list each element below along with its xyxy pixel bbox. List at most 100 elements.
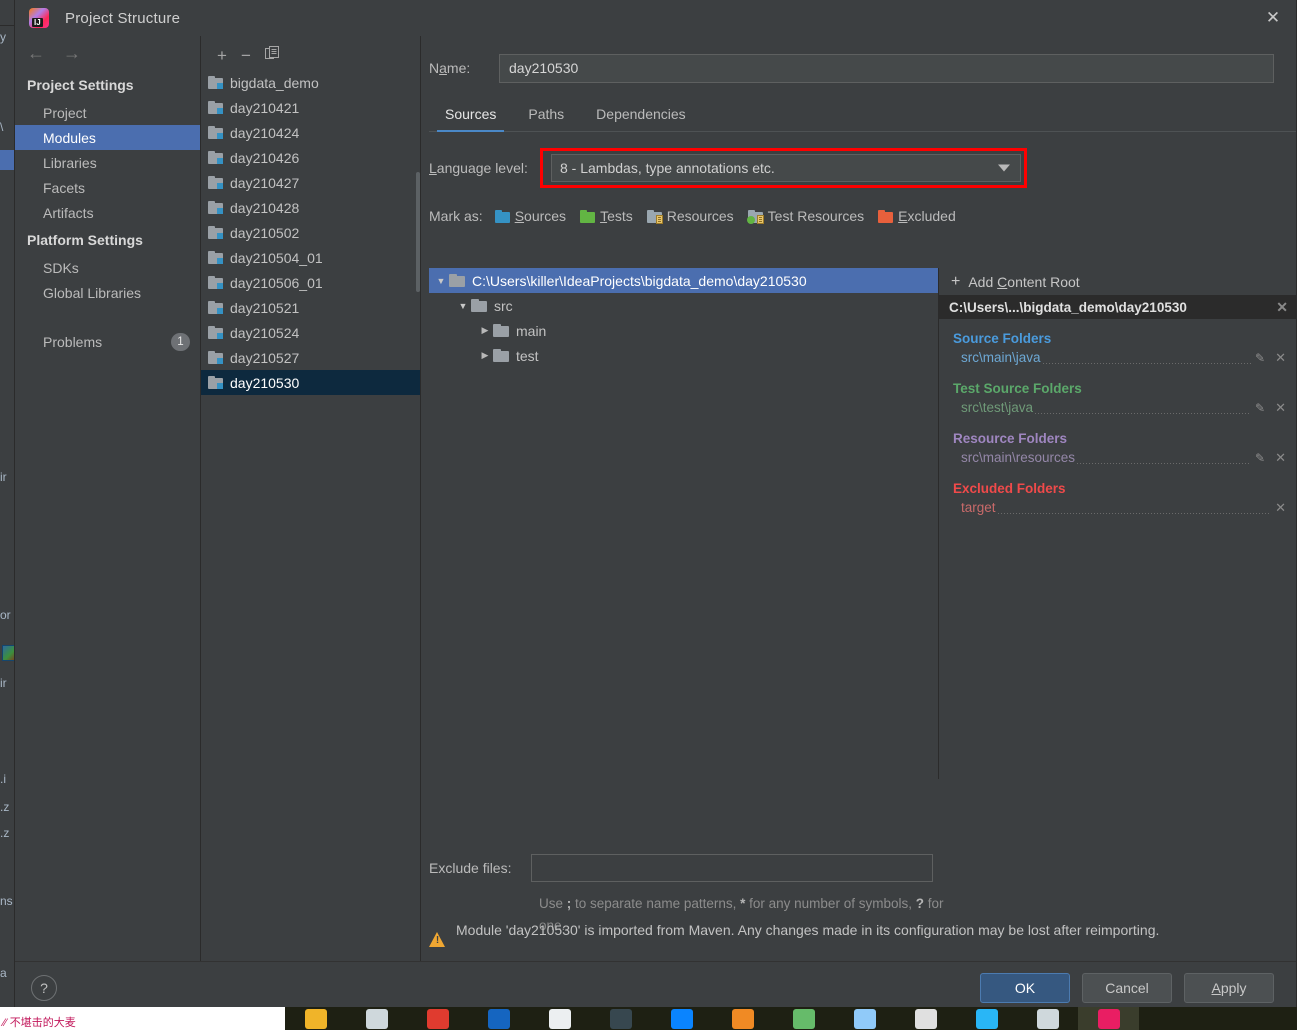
sidebar-item-libraries[interactable]: Libraries: [15, 150, 200, 175]
ok-button[interactable]: OK: [980, 972, 1070, 1003]
folder-path: target: [961, 500, 996, 515]
taskbar-item[interactable]: [1017, 1007, 1078, 1030]
tree-row[interactable]: ▼ C:\Users\killer\IdeaProjects\bigdata_de…: [429, 268, 938, 293]
tab-dependencies[interactable]: Dependencies: [580, 100, 702, 131]
tree-row[interactable]: ▶ test: [429, 343, 938, 368]
folder-icon: [493, 349, 509, 362]
taskbar-item[interactable]: [590, 1007, 651, 1030]
taskbar-white-panel: ⁄⁄ 不堪击的大麦: [0, 1007, 285, 1030]
dialog-footer: ? OK Cancel Apply: [15, 961, 1296, 1013]
pdf-reader-icon: [426, 1008, 449, 1029]
taskbar-item[interactable]: [285, 1007, 346, 1030]
module-name-input[interactable]: [499, 53, 1274, 83]
module-list-item[interactable]: day210524: [201, 320, 420, 345]
chevron-down-icon[interactable]: ▼: [433, 276, 449, 286]
mark-as-tests-label: Tests: [600, 208, 633, 224]
module-list-item[interactable]: day210504_01: [201, 245, 420, 270]
module-folder-icon: [208, 326, 223, 339]
copy-module-icon[interactable]: [264, 46, 280, 64]
green-app-icon: [792, 1008, 815, 1029]
remove-module-icon[interactable]: −: [241, 47, 251, 64]
folder-row[interactable]: src\test\java ✎ ✕: [939, 396, 1296, 419]
exclude-files-input[interactable]: [531, 854, 933, 882]
sidebar-item-global-libraries[interactable]: Global Libraries: [15, 280, 200, 305]
taskbar-item[interactable]: [834, 1007, 895, 1030]
edit-pencil-icon[interactable]: ✎: [1255, 351, 1265, 365]
plus-icon: +: [951, 272, 961, 290]
remove-folder-icon[interactable]: ✕: [1275, 500, 1286, 516]
folder-row[interactable]: src\main\java ✎ ✕: [939, 346, 1296, 369]
tab-sources[interactable]: Sources: [429, 100, 512, 132]
close-icon[interactable]: ✕: [1250, 0, 1296, 36]
module-folder-icon: [208, 376, 223, 389]
taskbar-item[interactable]: [407, 1007, 468, 1030]
taskbar-item[interactable]: [956, 1007, 1017, 1030]
sidebar-item-artifacts[interactable]: Artifacts: [15, 200, 200, 225]
module-name-row: Name:: [421, 53, 1274, 83]
edit-pencil-icon[interactable]: ✎: [1255, 451, 1265, 465]
forward-arrow-icon[interactable]: →: [63, 44, 81, 62]
remove-folder-icon[interactable]: ✕: [1275, 450, 1286, 466]
mark-as-excluded[interactable]: Excluded: [878, 208, 956, 224]
module-list-item[interactable]: day210427: [201, 170, 420, 195]
folder-row[interactable]: target ✕: [939, 496, 1296, 519]
help-icon[interactable]: ?: [31, 974, 57, 1001]
tree-row[interactable]: ▶ main: [429, 318, 938, 343]
folder-row[interactable]: src\main\resources ✎ ✕: [939, 446, 1296, 469]
mark-as-tests[interactable]: Tests: [580, 208, 633, 224]
remove-folder-icon[interactable]: ✕: [1275, 350, 1286, 366]
taskbar-item[interactable]: [651, 1007, 712, 1030]
problems-label: Problems: [43, 333, 103, 350]
taskbar-item[interactable]: [1078, 1007, 1139, 1030]
modules-scrollbar-thumb[interactable]: [416, 172, 420, 292]
chevron-down-icon[interactable]: ▼: [455, 301, 471, 311]
module-list-item[interactable]: day210424: [201, 120, 420, 145]
sidebar-item-modules[interactable]: Modules: [15, 125, 200, 150]
sidebar-item-sdks[interactable]: SDKs: [15, 255, 200, 280]
modules-list: bigdata_demo day210421 day210424 day210426 d…: [201, 66, 420, 395]
mark-as-sources[interactable]: Sources: [494, 208, 566, 224]
taskbar-item[interactable]: [346, 1007, 407, 1030]
nav-group-title-project-settings: Project Settings: [27, 77, 134, 93]
apply-button[interactable]: Apply: [1184, 972, 1274, 1003]
window-app-icon: [853, 1008, 876, 1029]
chevron-right-icon[interactable]: ▶: [477, 325, 493, 336]
module-list-item[interactable]: bigdata_demo: [201, 70, 420, 95]
sidebar-item-problems[interactable]: Problems 1: [15, 329, 200, 354]
taskbar-item[interactable]: [895, 1007, 956, 1030]
module-list-item[interactable]: day210506_01: [201, 270, 420, 295]
tab-paths[interactable]: Paths: [512, 100, 580, 131]
sidebar-item-facets[interactable]: Facets: [15, 175, 200, 200]
mark-as-test-resources[interactable]: Test Resources: [746, 208, 864, 224]
module-folder-icon: [208, 226, 223, 239]
taskbar-item[interactable]: [712, 1007, 773, 1030]
chevron-right-icon[interactable]: ▶: [477, 350, 493, 361]
language-level-dropdown[interactable]: 8 - Lambdas, type annotations etc.: [551, 154, 1021, 182]
cancel-button[interactable]: Cancel: [1082, 972, 1172, 1003]
modules-scrollbar[interactable]: [416, 74, 420, 961]
folder-path: src\test\java: [961, 400, 1034, 415]
taskbar-item[interactable]: [773, 1007, 834, 1030]
module-list-item[interactable]: day210428: [201, 195, 420, 220]
module-list-item[interactable]: day210502: [201, 220, 420, 245]
add-module-icon[interactable]: +: [217, 47, 227, 64]
remove-folder-icon[interactable]: ✕: [1275, 400, 1286, 416]
module-list-item[interactable]: day210521: [201, 295, 420, 320]
sidebar-item-project[interactable]: Project: [15, 100, 200, 125]
tree-row[interactable]: ▼ src: [429, 293, 938, 318]
module-folder-icon: [208, 126, 223, 139]
module-list-item[interactable]: day210530: [201, 370, 420, 395]
footer-buttons: OK Cancel Apply: [980, 972, 1274, 1003]
taskbar-item[interactable]: [529, 1007, 590, 1030]
add-content-root-button[interactable]: + Add Content Root: [939, 268, 1296, 295]
folder-groups-list: Source Folders src\main\java ✎ ✕ Test Source…: [939, 331, 1296, 519]
edit-pencil-icon[interactable]: ✎: [1255, 401, 1265, 415]
mark-as-resources[interactable]: Resources: [646, 208, 734, 224]
module-list-item[interactable]: day210426: [201, 145, 420, 170]
back-arrow-icon[interactable]: ←: [27, 44, 45, 62]
taskbar-item[interactable]: [468, 1007, 529, 1030]
module-folder-icon: [208, 301, 223, 314]
remove-content-root-icon[interactable]: ✕: [1276, 299, 1288, 316]
module-list-item[interactable]: day210527: [201, 345, 420, 370]
module-list-item[interactable]: day210421: [201, 95, 420, 120]
